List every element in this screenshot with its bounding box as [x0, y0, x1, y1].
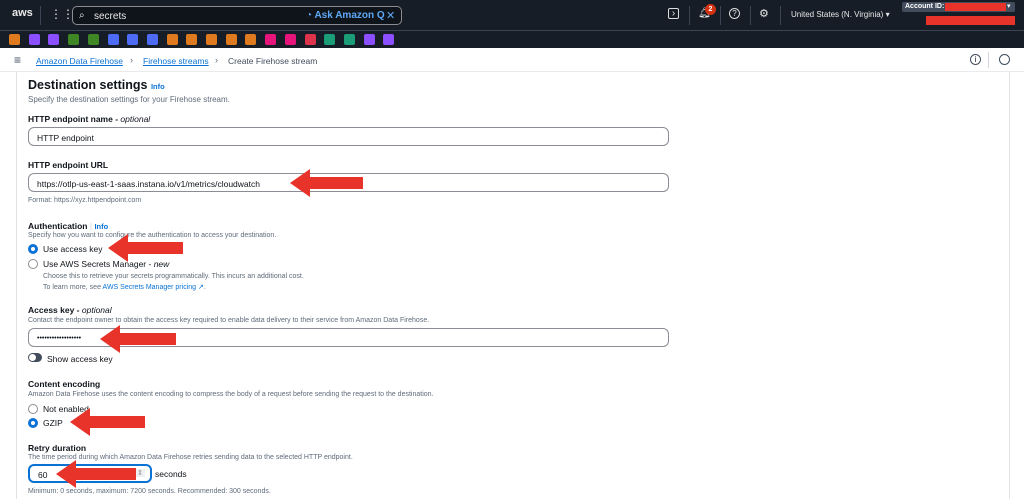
red-arrow-annotation — [108, 234, 183, 262]
red-arrow-annotation — [70, 408, 145, 436]
red-arrow-annotation — [100, 325, 176, 353]
annotation-arrows — [56, 169, 363, 488]
red-arrow-annotation — [290, 169, 363, 197]
red-arrow-annotation — [56, 460, 136, 488]
